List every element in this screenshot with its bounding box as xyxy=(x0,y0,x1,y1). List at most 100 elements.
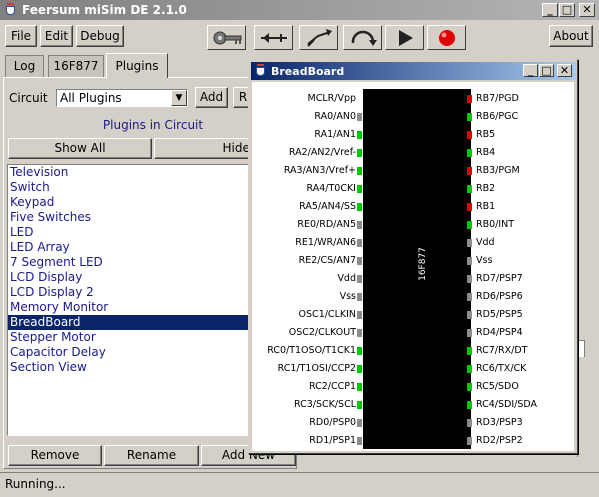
pin-label-right: RB7/PGD xyxy=(476,93,519,104)
minimize-icon[interactable]: _ xyxy=(542,3,558,17)
app-title: Feersum miSim DE 2.1.0 xyxy=(22,3,187,17)
pin-label-right: RC7/RX/DT xyxy=(476,345,528,356)
play-icon[interactable] xyxy=(385,25,424,50)
pic-chip: 16F877 xyxy=(363,89,471,449)
pin-label-right: RB4 xyxy=(476,147,496,158)
pin-indicator xyxy=(467,311,472,319)
background-scrollbar[interactable] xyxy=(577,340,585,358)
pin-label-left: RC0/T1OSO/T1CK1 xyxy=(267,345,356,356)
status-text: Running... xyxy=(5,477,66,491)
pin-label-right: RD5/PSP5 xyxy=(476,309,523,320)
pin-indicator xyxy=(357,293,362,301)
pin-indicator xyxy=(467,203,472,211)
pin-indicator xyxy=(467,329,472,337)
pin-indicator xyxy=(357,239,362,247)
pin-indicator xyxy=(467,131,472,139)
pin-label-left: Vdd xyxy=(337,273,356,284)
step-back-icon[interactable] xyxy=(254,25,293,50)
pin-indicator xyxy=(467,383,472,391)
pin-label-left: RC1/T1OSI/CCP2 xyxy=(277,363,356,374)
debug-menu-button[interactable]: Debug xyxy=(76,25,124,47)
pin-label-left: RE0/RD/AN5 xyxy=(297,219,356,230)
pin-label-left: OSC1/CLKIN xyxy=(298,309,356,320)
pin-label-right: RD7/PSP7 xyxy=(476,273,523,284)
pin-label-left: RC2/CCP1 xyxy=(308,381,356,392)
pin-label-right: RB6/PGC xyxy=(476,111,519,122)
edit-menu-button[interactable]: Edit xyxy=(40,25,73,47)
remove-button[interactable]: Remove xyxy=(8,445,102,466)
pin-indicator xyxy=(467,221,472,229)
pin-indicator xyxy=(357,221,362,229)
pin-label-left: RA5/AN4/SS xyxy=(299,201,356,212)
pin-label-left: RA1/AN1 xyxy=(314,129,356,140)
pin-indicator xyxy=(467,365,472,373)
pin-indicator xyxy=(467,275,472,283)
pin-indicator xyxy=(357,113,362,121)
pin-label-left: RD0/PSP0 xyxy=(309,417,356,428)
maximize-icon[interactable]: □ xyxy=(539,64,554,77)
pin-indicator xyxy=(357,419,362,427)
key-icon[interactable] xyxy=(207,25,246,50)
close-icon[interactable]: ✕ xyxy=(557,64,572,77)
pin-label-left: RA2/AN2/Vref- xyxy=(288,147,356,158)
breadboard-canvas[interactable]: 16F877 MCLR/Vpp RA0/AN0 RA1/AN1 RA2/AN2/Vre… xyxy=(252,82,574,451)
app-titlebar: Feersum miSim DE 2.1.0 _ □ ✕ xyxy=(0,0,599,20)
pin-label-right: RB2 xyxy=(476,183,496,194)
maximize-icon[interactable]: □ xyxy=(559,3,575,17)
pin-indicator xyxy=(467,347,472,355)
pin-label-right: RC4/SDI/SDA xyxy=(476,399,538,410)
pin-indicator xyxy=(357,203,362,211)
pin-label-right: RC5/SDO xyxy=(476,381,519,392)
pin-label-right: RB1 xyxy=(476,201,496,212)
tab-16f877[interactable]: 16F877 xyxy=(48,55,104,77)
about-button[interactable]: About xyxy=(549,25,593,47)
pin-indicator xyxy=(357,185,362,193)
pin-label-right: RB3/PGM xyxy=(476,165,520,176)
pin-label-right: Vdd xyxy=(476,237,495,248)
java-cup-icon xyxy=(4,3,18,17)
pin-indicator xyxy=(357,383,362,391)
tab-log[interactable]: Log xyxy=(5,55,44,77)
breadboard-title: BreadBoard xyxy=(271,65,345,78)
pin-indicator xyxy=(467,401,472,409)
pin-label-left: RE1/WR/AN6 xyxy=(295,237,356,248)
pin-label-right: RC6/TX/CK xyxy=(476,363,527,374)
rename-button[interactable]: Rename xyxy=(104,445,199,466)
record-icon[interactable] xyxy=(427,25,466,50)
circuit-select[interactable]: All Plugins ▼ xyxy=(56,89,188,107)
step-over-icon[interactable] xyxy=(299,25,338,50)
pin-indicator xyxy=(467,239,472,247)
minimize-icon[interactable]: _ xyxy=(523,64,538,77)
pin-indicator xyxy=(467,95,472,103)
pin-label-right: RD3/PSP3 xyxy=(476,417,523,428)
tab-plugins[interactable]: Plugins xyxy=(106,53,168,78)
pin-label-left: RA3/AN3/Vref+ xyxy=(283,165,356,176)
pin-label-right: RB0/INT xyxy=(476,219,515,230)
chip-label: 16F877 xyxy=(417,247,428,281)
file-menu-button[interactable]: File xyxy=(5,25,37,47)
pin-label-left: OSC2/CLKOUT xyxy=(288,327,356,338)
pin-indicator xyxy=(357,365,362,373)
pin-label-left: RA4/T0CKI xyxy=(306,183,356,194)
pin-indicator xyxy=(357,437,362,445)
status-bar: Running... xyxy=(0,472,599,497)
pin-label-right: RD6/PSP6 xyxy=(476,291,523,302)
pin-indicator xyxy=(357,167,362,175)
close-icon[interactable]: ✕ xyxy=(579,3,595,17)
pin-indicator xyxy=(357,311,362,319)
pin-indicator xyxy=(467,149,472,157)
pin-label-left: RC3/SCK/SCL xyxy=(293,399,356,410)
add-circuit-button[interactable]: Add xyxy=(195,87,228,108)
chevron-down-icon[interactable]: ▼ xyxy=(171,90,187,106)
breadboard-window[interactable]: BreadBoard _ □ ✕ 16F877 MCLR/Vpp RA0/AN0 R… xyxy=(248,59,578,454)
breadboard-titlebar[interactable]: BreadBoard _ □ ✕ xyxy=(251,62,576,80)
pin-label-right: RD2/PSP2 xyxy=(476,435,523,446)
pin-indicator xyxy=(467,437,472,445)
pin-indicator xyxy=(467,113,472,121)
show-all-button[interactable]: Show All xyxy=(8,138,152,159)
pin-label-left: MCLR/Vpp xyxy=(307,93,356,104)
pin-indicator xyxy=(357,275,362,283)
pin-indicator xyxy=(357,149,362,157)
background-panel-edge xyxy=(577,357,585,457)
rotate-icon[interactable] xyxy=(343,25,382,50)
